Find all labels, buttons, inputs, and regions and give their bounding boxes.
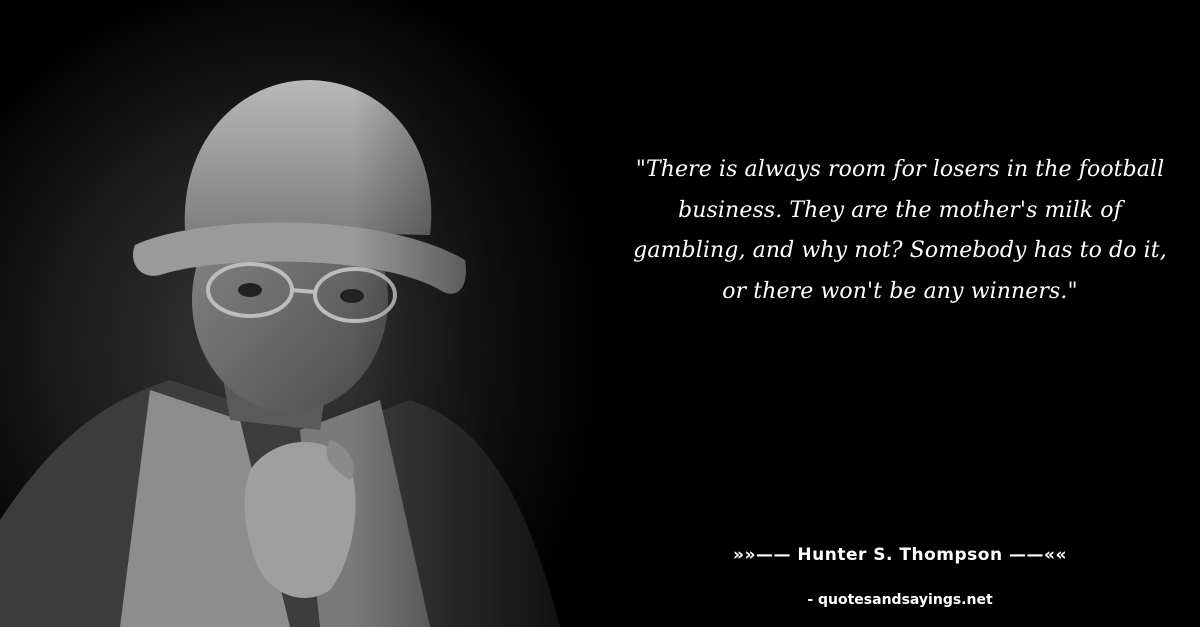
author-portrait (0, 0, 640, 627)
quote-text: "There is always room for losers in the … (633, 157, 1167, 304)
author-attribution: »»—— Hunter S. Thompson ——«« (733, 545, 1067, 565)
source-site: - quotesandsayings.net (807, 592, 993, 608)
quote-card: "There is always room for losers in the … (0, 0, 1200, 627)
